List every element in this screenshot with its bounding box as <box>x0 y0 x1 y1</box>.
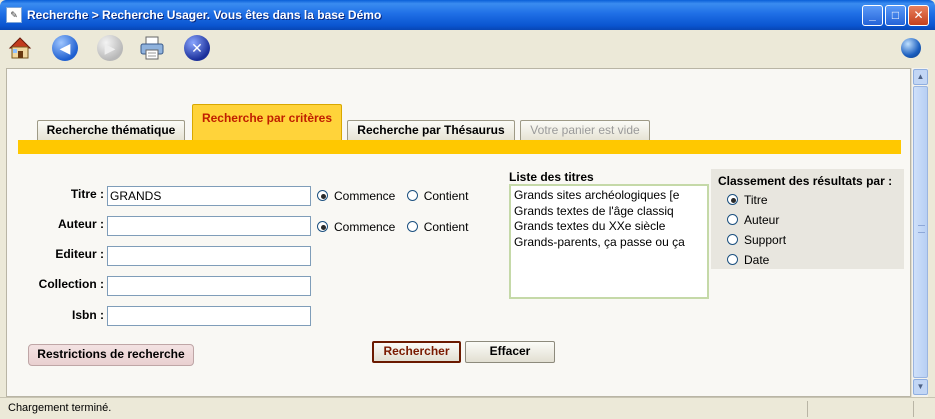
sort-option-label: Support <box>744 233 787 247</box>
isbn-label: Isbn : <box>72 308 104 322</box>
auteur-label: Auteur : <box>58 217 104 231</box>
titre-label: Titre : <box>70 187 104 201</box>
status-bar: Chargement terminé. <box>0 397 935 419</box>
status-divider <box>913 401 914 417</box>
auteur-contient-radio[interactable] <box>406 221 418 232</box>
titre-input[interactable] <box>107 186 311 206</box>
titre-commence-radio[interactable] <box>317 190 328 201</box>
editeur-label: Editeur : <box>55 247 104 261</box>
scroll-up-button[interactable]: ▲ <box>913 69 928 85</box>
forward-arrow-icon: ▶ <box>97 35 123 61</box>
titre-contient-radio[interactable] <box>406 190 418 201</box>
editeur-input[interactable] <box>107 246 311 266</box>
app-icon: ✎ <box>6 7 22 23</box>
printer-icon <box>140 36 164 60</box>
list-item[interactable]: Grands-parents, ça passe ou ça <box>514 235 704 251</box>
tab-recherche-par-criteres[interactable]: Recherche par critères <box>192 104 342 140</box>
list-item[interactable]: Grands sites archéologiques [e <box>514 188 704 204</box>
sort-option-auteur[interactable]: Auteur <box>727 213 779 227</box>
sort-panel: Classement des résultats par : Titre Aut… <box>711 169 904 269</box>
sort-option-label: Auteur <box>744 213 780 227</box>
contient-label: Contient <box>423 189 469 203</box>
forward-button[interactable]: ▶ <box>95 33 125 63</box>
stop-button[interactable]: ✕ <box>182 33 212 63</box>
stop-icon: ✕ <box>184 35 210 61</box>
toolbar: ◀ ▶ ✕ <box>0 30 935 66</box>
sort-option-titre[interactable]: Titre <box>727 193 768 207</box>
title-bar: ✎ Recherche > Recherche Usager. Vous ête… <box>0 0 935 30</box>
grip-icon <box>918 225 925 233</box>
sort-support-radio[interactable] <box>727 234 738 245</box>
search-button[interactable]: Rechercher <box>372 341 461 363</box>
tab-bar: Recherche thématique Recherche par critè… <box>7 69 912 159</box>
sort-auteur-radio[interactable] <box>727 214 738 225</box>
content-frame: Recherche thématique Recherche par critè… <box>6 68 911 397</box>
maximize-button[interactable]: □ <box>885 5 906 26</box>
sort-titre-radio[interactable] <box>727 194 738 205</box>
sort-option-label: Titre <box>744 193 768 207</box>
globe-icon <box>901 38 921 58</box>
scroll-down-button[interactable]: ▼ <box>913 379 928 395</box>
tab-panier: Votre panier est vide <box>520 120 650 140</box>
minimize-button[interactable]: _ <box>862 5 883 26</box>
home-button[interactable] <box>5 33 35 63</box>
vertical-scrollbar[interactable]: ▲ ▼ <box>911 68 928 397</box>
titles-list-heading: Liste des titres <box>509 170 594 184</box>
status-divider <box>807 401 808 417</box>
status-text: Chargement terminé. <box>8 402 112 414</box>
restrictions-button[interactable]: Restrictions de recherche <box>28 344 194 366</box>
auteur-match-group: Commence Contient <box>317 220 476 234</box>
isbn-input[interactable] <box>107 306 311 326</box>
tab-recherche-thematique[interactable]: Recherche thématique <box>37 120 185 140</box>
auteur-input[interactable] <box>107 216 311 236</box>
contient-label: Contient <box>423 220 469 234</box>
sort-option-date[interactable]: Date <box>727 253 769 267</box>
collection-input[interactable] <box>107 276 311 296</box>
commence-label: Commence <box>334 189 396 203</box>
print-button[interactable] <box>137 33 167 63</box>
back-arrow-icon: ◀ <box>52 35 78 61</box>
titre-match-group: Commence Contient <box>317 189 476 203</box>
sort-option-support[interactable]: Support <box>727 233 786 247</box>
list-item[interactable]: Grands textes du XXe siècle <box>514 219 704 235</box>
sort-date-radio[interactable] <box>727 254 738 265</box>
scroll-thumb[interactable] <box>913 86 928 378</box>
home-icon <box>8 37 32 59</box>
close-button[interactable]: ✕ <box>908 5 929 26</box>
tab-recherche-par-thesaurus[interactable]: Recherche par Thésaurus <box>347 120 515 140</box>
sort-option-label: Date <box>744 253 770 267</box>
commence-label: Commence <box>334 220 396 234</box>
titles-list[interactable]: Grands sites archéologiques [e Grands te… <box>509 184 709 299</box>
auteur-commence-radio[interactable] <box>317 221 328 232</box>
back-button[interactable]: ◀ <box>50 33 80 63</box>
tab-strip <box>18 140 901 154</box>
window-title: Recherche > Recherche Usager. Vous êtes … <box>27 8 382 22</box>
list-item[interactable]: Grands textes de l'âge classiq <box>514 204 704 220</box>
clear-button[interactable]: Effacer <box>465 341 555 363</box>
globe-button[interactable] <box>896 33 926 63</box>
sort-heading: Classement des résultats par : <box>718 174 893 188</box>
collection-label: Collection : <box>38 277 104 291</box>
